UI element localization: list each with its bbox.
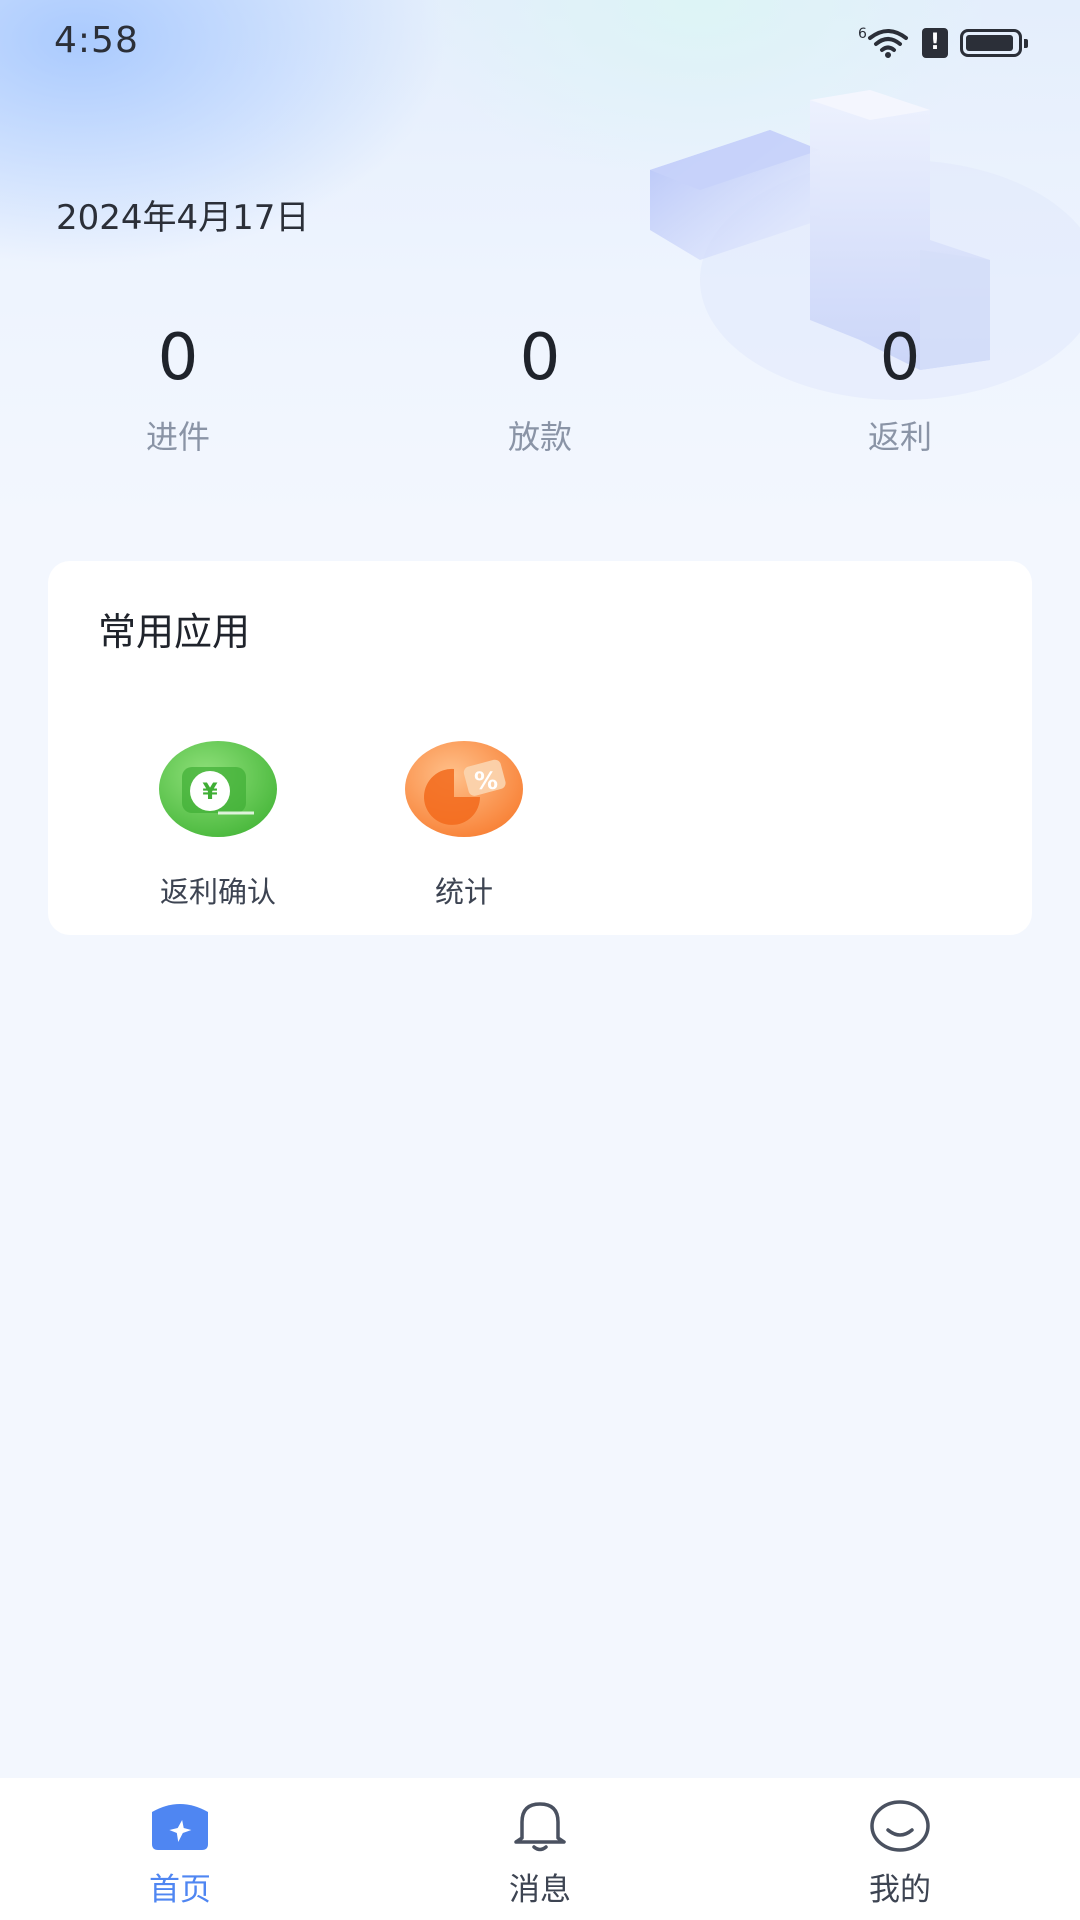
bottom-tab-bar: 首页 消息 我的 — [0, 1778, 1080, 1920]
tab-label: 首页 — [149, 1872, 211, 1908]
tab-label: 我的 — [869, 1872, 931, 1908]
stat-applications[interactable]: 0 进件 — [28, 318, 328, 458]
sim-alert-icon: ! — [922, 28, 948, 58]
stat-value: 0 — [519, 321, 561, 395]
bell-icon — [508, 1798, 572, 1854]
stat-rebates[interactable]: 0 返利 — [750, 318, 1050, 458]
rebate-confirm-icon: ¥ — [158, 739, 278, 839]
stats-row: 0 进件 0 放款 0 返利 — [0, 318, 1080, 468]
svg-text:¥: ¥ — [202, 780, 218, 805]
battery-icon — [960, 29, 1028, 57]
stat-label: 放款 — [507, 418, 572, 456]
tab-mine[interactable]: 我的 — [800, 1798, 1000, 1909]
card-title: 常用应用 — [98, 610, 251, 654]
signal-label: 6 — [858, 26, 867, 42]
app-rebate-confirm[interactable]: ¥ 返利确认 — [108, 739, 328, 911]
stat-label: 进件 — [145, 418, 210, 456]
stat-value: 0 — [157, 321, 199, 395]
common-apps-card: 常用应用 ¥ 返利确认 % 统计 — [48, 561, 1032, 935]
battery-fill — [966, 35, 1014, 51]
statistics-icon: % — [404, 739, 524, 839]
smile-icon — [868, 1798, 932, 1854]
status-time: 4:58 — [54, 20, 139, 61]
app-statistics[interactable]: % 统计 — [354, 739, 574, 911]
svg-text:%: % — [474, 767, 498, 795]
tab-label: 消息 — [509, 1872, 571, 1908]
tab-home[interactable]: 首页 — [80, 1798, 280, 1909]
stat-label: 返利 — [867, 418, 932, 456]
status-icons: 6 ! — [858, 24, 1028, 62]
date-label: 2024年4月17日 — [56, 198, 310, 238]
app-label: 统计 — [434, 875, 493, 909]
app-label: 返利确认 — [159, 875, 276, 909]
home-icon — [148, 1798, 212, 1854]
stat-loans[interactable]: 0 放款 — [390, 318, 690, 458]
battery-cap — [1024, 39, 1028, 48]
tab-messages[interactable]: 消息 — [440, 1798, 640, 1909]
stat-value: 0 — [879, 321, 921, 395]
wifi-icon: 6 — [858, 26, 910, 60]
